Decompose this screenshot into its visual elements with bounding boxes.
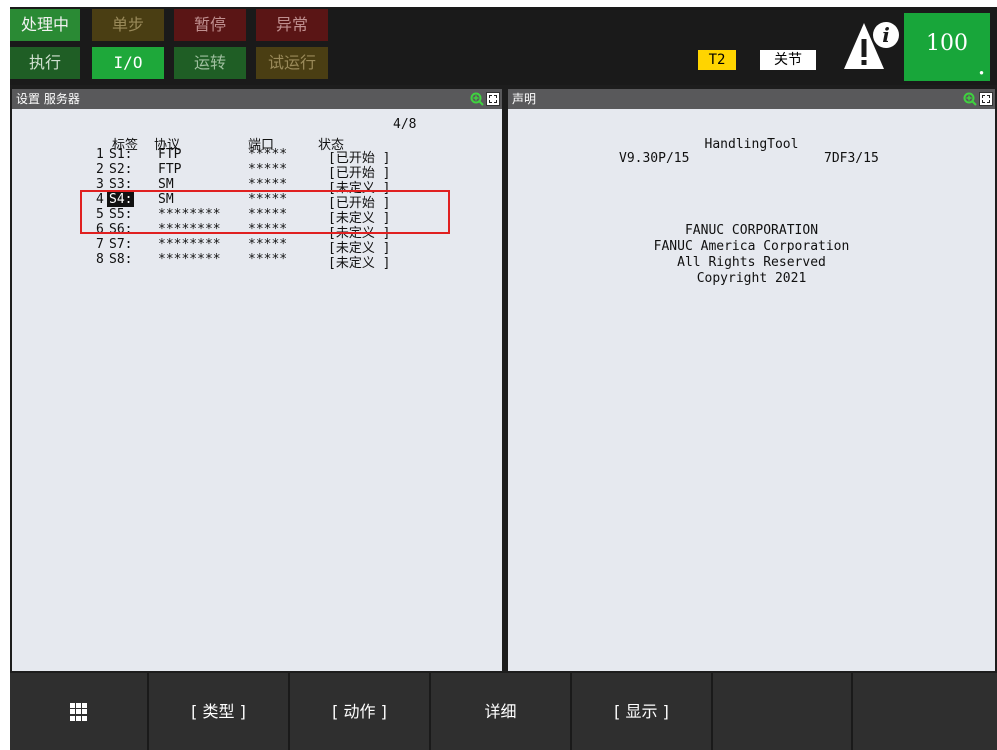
- row-tag: S2:: [109, 162, 133, 177]
- zoom-in-icon[interactable]: [470, 92, 484, 106]
- row-protocol: FTP: [158, 162, 182, 177]
- maximize-icon[interactable]: [979, 92, 993, 106]
- panel-title: 设置 服务器: [12, 89, 502, 109]
- status-tcyc: 试运行: [256, 47, 328, 79]
- row-protocol: FTP: [158, 147, 182, 162]
- teach-pendant-screen: 处理中 单步 暂停 异常 执行 I/O 运转 试运行 T2 关节 i 100 ●…: [10, 7, 997, 750]
- notice-line-3: All Rights Reserved: [677, 255, 826, 270]
- panel-title-text: 设置 服务器: [16, 92, 80, 106]
- svg-text:i: i: [882, 23, 890, 47]
- row-protocol: ********: [158, 252, 221, 267]
- status-hold: 暂停: [174, 9, 246, 41]
- product-name: HandlingTool: [704, 137, 799, 152]
- row-number: 2: [96, 162, 104, 177]
- status-prod: 运转: [174, 47, 246, 79]
- function-key-bar: [ 类型 ] [ 动作 ] 详细 [ 显示 ]: [10, 673, 997, 750]
- status-io: I/O: [92, 47, 164, 79]
- notice-panel[interactable]: 声明 HandlingTool V9.30P/15 7DF3/15 FANUC …: [506, 87, 997, 673]
- menu-button[interactable]: [10, 673, 149, 750]
- build-version: 7DF3/15: [824, 151, 879, 166]
- mode-t2-badge: T2: [698, 50, 736, 70]
- row-number: 1: [96, 147, 104, 162]
- warning-info-icon[interactable]: i: [842, 17, 902, 73]
- row-port: *****: [248, 237, 288, 252]
- panel-title-text: 声明: [512, 92, 537, 106]
- status-busy: 处理中: [10, 9, 80, 41]
- status-run: 执行: [10, 47, 80, 79]
- zoom-in-icon[interactable]: [963, 92, 977, 106]
- notice-line-4: Copyright 2021: [696, 271, 807, 286]
- f3-detail-button[interactable]: 详细: [431, 673, 572, 750]
- notice-line-1: FANUC CORPORATION: [684, 223, 819, 238]
- status-step: 单步: [92, 9, 164, 41]
- f1-type-button[interactable]: [ 类型 ]: [149, 673, 290, 750]
- row-number: 7: [96, 237, 104, 252]
- notice-line-2: FANUC America Corporation: [653, 239, 850, 254]
- row-tag: S1:: [109, 147, 133, 162]
- row-tag: S8:: [109, 252, 133, 267]
- row-protocol: ********: [158, 237, 221, 252]
- page-indicator: 4/8: [393, 117, 417, 132]
- row-number: 8: [96, 252, 104, 267]
- row-port: *****: [248, 162, 288, 177]
- annotation-highlight-box: [80, 190, 450, 234]
- server-setup-panel[interactable]: 设置 服务器 4/8 标签 协议 端口 状态 1 S1: FTP ***** […: [10, 87, 504, 673]
- row-port: *****: [248, 252, 288, 267]
- maximize-icon[interactable]: [486, 92, 500, 106]
- status-bar: 处理中 单步 暂停 异常 执行 I/O 运转 试运行 T2 关节 i 100 ●: [10, 7, 997, 85]
- override-value: 100: [926, 31, 968, 56]
- f5-button[interactable]: [713, 673, 853, 750]
- row-tag: S7:: [109, 237, 133, 252]
- status-fault: 异常: [256, 9, 328, 41]
- speed-override[interactable]: 100 ●: [904, 13, 990, 81]
- panel-title: 声明: [508, 89, 995, 109]
- f4-display-button[interactable]: [ 显示 ]: [572, 673, 713, 750]
- row-status: [未定义 ]: [328, 256, 391, 271]
- f2-action-button[interactable]: [ 动作 ]: [290, 673, 431, 750]
- software-version: V9.30P/15: [619, 151, 690, 166]
- grid-menu-icon: [70, 703, 88, 721]
- override-indicator: ●: [979, 68, 984, 77]
- coord-joint-badge: 关节: [760, 50, 816, 70]
- f6-button[interactable]: [853, 673, 997, 750]
- row-port: *****: [248, 147, 288, 162]
